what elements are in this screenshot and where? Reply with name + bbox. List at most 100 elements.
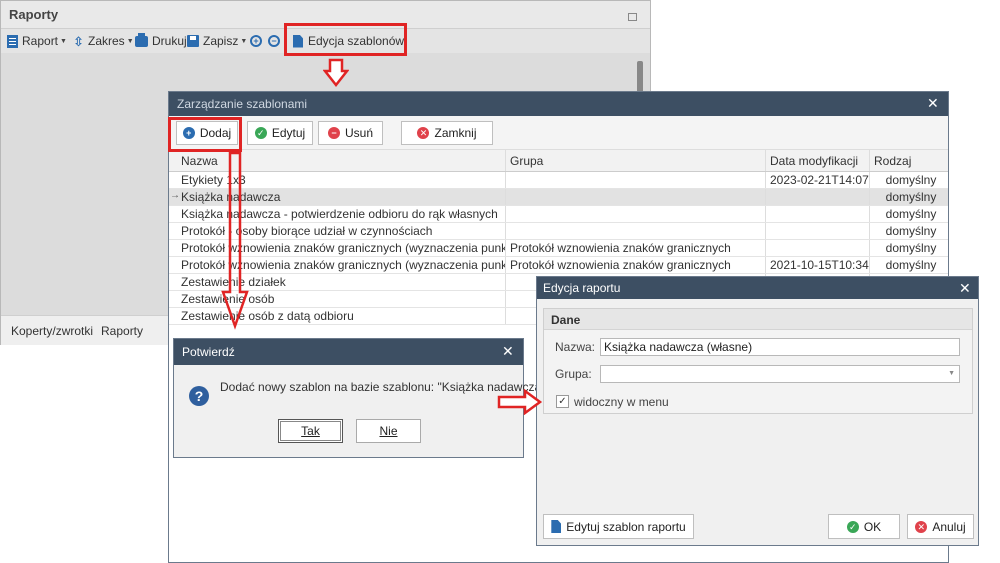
table-cell-data <box>766 206 870 222</box>
save-icon <box>187 35 199 47</box>
anuluj-label: Anuluj <box>932 519 966 534</box>
zoom-out-button[interactable]: − <box>268 33 284 49</box>
widoczny-checkbox[interactable]: ✓ <box>556 395 569 408</box>
table-cell-grupa <box>506 223 766 239</box>
edytuj-szablon-label: Edytuj szablon raportu <box>566 519 686 534</box>
close-icon[interactable]: ✕ <box>927 95 939 112</box>
table-cell-data <box>766 189 870 205</box>
close-circle-icon: ✕ <box>915 520 928 533</box>
table-cell-grupa: Protokół wznowienia znaków granicznych <box>506 257 766 273</box>
dane-group-header: Dane <box>544 309 972 330</box>
drukuj-label: Drukuj <box>152 34 187 48</box>
grupa-dropdown[interactable]: ▼ <box>600 365 960 383</box>
zoom-in-button[interactable]: + <box>250 33 266 49</box>
zakres-menu-button[interactable]: ⇳ Zakres ▼ <box>73 33 134 49</box>
arrow-down-icon <box>323 58 349 88</box>
table-cell-data <box>766 240 870 256</box>
minus-circle-icon: − <box>327 127 340 139</box>
arrow-right-icon <box>497 389 543 415</box>
edytuj-label: Edytuj <box>271 126 306 140</box>
raporty-title: Raporty <box>9 7 59 22</box>
edytuj-button[interactable]: ✓ Edytuj <box>247 121 313 145</box>
template-manager-title: Zarządzanie szablonami <box>177 97 308 111</box>
table-header: Nazwa Grupa Data modyfikacji Rodzaj <box>169 150 948 172</box>
template-icon <box>551 520 562 533</box>
highlight-edycja-szablonow <box>284 23 407 56</box>
edytuj-szablon-button[interactable]: Edytuj szablon raportu <box>543 514 694 539</box>
table-cell-rodzaj: domyślny <box>885 207 937 221</box>
confirm-title: Potwierdź <box>182 345 235 359</box>
column-header-grupa[interactable]: Grupa <box>506 150 766 171</box>
template-manager-titlebar: Zarządzanie szablonami ✕ <box>169 92 948 116</box>
tak-button[interactable]: Tak <box>278 419 343 443</box>
table-cell-rodzaj: domyślny <box>885 190 937 204</box>
table-row[interactable]: Protokół wznowienia znaków granicznych (… <box>169 240 948 257</box>
table-cell-grupa <box>506 172 766 188</box>
confirm-dialog: Potwierdź ✕ ? Dodać nowy szablon na bazi… <box>173 338 552 458</box>
printer-icon <box>135 32 148 47</box>
table-cell-data <box>766 223 870 239</box>
confirm-titlebar: Potwierdź ✕ <box>174 339 523 365</box>
report-edit-titlebar: Edycja raportu ✕ <box>537 277 978 299</box>
chevron-down-icon: ▼ <box>126 37 134 45</box>
table-cell-grupa: Protokół wznowienia znaków granicznych <box>506 240 766 256</box>
zapisz-label: Zapisz <box>203 34 239 48</box>
zoom-out-icon: − <box>268 35 280 47</box>
question-icon: ? <box>189 386 209 406</box>
nie-label: Nie <box>379 424 398 438</box>
report-edit-title: Edycja raportu <box>543 281 621 295</box>
table-row[interactable]: Książka nadawcza - potwierdzenie odbioru… <box>169 206 948 223</box>
column-header-rodzaj[interactable]: Rodzaj <box>870 150 948 171</box>
table-cell-rodzaj: domyślny <box>885 173 937 187</box>
widoczny-label: widoczny w menu <box>574 395 669 409</box>
table-cell-data: 2023-02-21T14:07: <box>766 172 870 188</box>
close-icon[interactable]: ✕ <box>959 280 971 297</box>
close-icon[interactable]: ✕ <box>502 343 514 360</box>
zamknij-label: Zamknij <box>434 126 477 140</box>
raport-label: Raport <box>22 34 59 48</box>
raport-menu-button[interactable]: Raport ▼ <box>7 33 67 49</box>
arrow-down-icon <box>221 151 249 330</box>
highlight-dodaj <box>168 117 242 152</box>
grupa-label: Grupa: <box>555 367 592 381</box>
close-circle-icon: ✕ <box>417 127 430 139</box>
nazwa-label: Nazwa: <box>555 340 596 354</box>
drukuj-button[interactable]: Drukuj <box>135 32 187 49</box>
report-edit-dialog: Edycja raportu ✕ Dane Nazwa: Książka nad… <box>536 276 979 546</box>
dane-group: Dane Nazwa: Książka nadawcza (własne) Gr… <box>543 308 973 414</box>
chevron-down-icon: ▼ <box>240 37 248 45</box>
dane-group-title: Dane <box>551 313 581 327</box>
nazwa-field[interactable]: Książka nadawcza (własne) <box>600 338 960 356</box>
table-cell-rodzaj: domyślny <box>885 258 937 272</box>
chevron-down-icon: ▼ <box>948 370 955 377</box>
tab-raporty[interactable]: Raporty <box>101 324 143 338</box>
template-manager-toolbar: + Dodaj ✓ Edytuj − Usuń ✕ Zamknij <box>169 116 948 150</box>
table-row[interactable]: Protokół - osoby biorące udział w czynno… <box>169 223 948 240</box>
usun-label: Usuń <box>344 126 373 140</box>
table-cell-rodzaj: domyślny <box>885 224 937 238</box>
table-row[interactable]: → Książka nadawcza domyślny <box>169 189 948 206</box>
range-icon: ⇳ <box>73 33 84 49</box>
table-row[interactable]: Protokół wznowienia znaków granicznych (… <box>169 257 948 274</box>
zakres-label: Zakres <box>88 34 125 48</box>
zamknij-button[interactable]: ✕ Zamknij <box>401 121 493 145</box>
column-header-data[interactable]: Data modyfikacji <box>766 150 870 171</box>
table-cell-grupa <box>506 189 766 205</box>
ok-button[interactable]: ✓ OK <box>828 514 900 539</box>
check-circle-icon: ✓ <box>846 520 859 533</box>
chevron-down-icon: ▼ <box>60 37 67 45</box>
ok-label: OK <box>863 519 882 534</box>
table-row[interactable]: Etykiety 1x3 2023-02-21T14:07: domyślny <box>169 172 948 189</box>
report-icon <box>7 34 18 48</box>
usun-button[interactable]: − Usuń <box>318 121 383 145</box>
tab-koperty[interactable]: Koperty/zwrotki <box>11 324 93 338</box>
zoom-in-icon: + <box>250 35 262 47</box>
nie-button[interactable]: Nie <box>356 419 421 443</box>
table-cell-data: 2021-10-15T10:34: <box>766 257 870 273</box>
anuluj-button[interactable]: ✕ Anuluj <box>907 514 974 539</box>
zapisz-menu-button[interactable]: Zapisz ▼ <box>187 33 247 49</box>
maximize-icon[interactable] <box>628 13 637 21</box>
table-cell-grupa <box>506 206 766 222</box>
table-cell-rodzaj: domyślny <box>885 241 937 255</box>
check-circle-icon: ✓ <box>254 127 267 139</box>
